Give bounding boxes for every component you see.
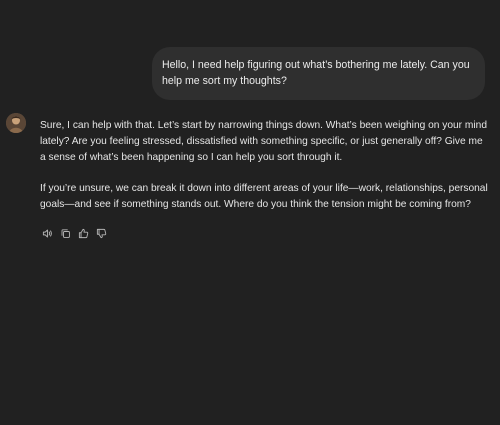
message-actions-bar — [40, 226, 108, 240]
user-message-bubble: Hello, I need help figuring out what’s b… — [152, 47, 485, 100]
user-message-text: Hello, I need help figuring out what’s b… — [162, 59, 470, 87]
avatar-image-icon — [6, 113, 26, 133]
thumbs-down-icon — [96, 228, 106, 238]
read-aloud-button[interactable] — [40, 226, 54, 240]
copy-button[interactable] — [58, 226, 72, 240]
bad-response-button[interactable] — [94, 226, 108, 240]
assistant-paragraph: If you’re unsure, we can break it down i… — [40, 182, 488, 210]
good-response-button[interactable] — [76, 226, 90, 240]
assistant-paragraph: Sure, I can help with that. Let’s start … — [40, 120, 487, 164]
assistant-message: Sure, I can help with that. Let’s start … — [40, 118, 490, 213]
thumbs-up-icon — [78, 228, 88, 238]
assistant-avatar — [6, 113, 26, 133]
copy-icon — [61, 228, 70, 238]
speaker-icon — [42, 229, 52, 237]
